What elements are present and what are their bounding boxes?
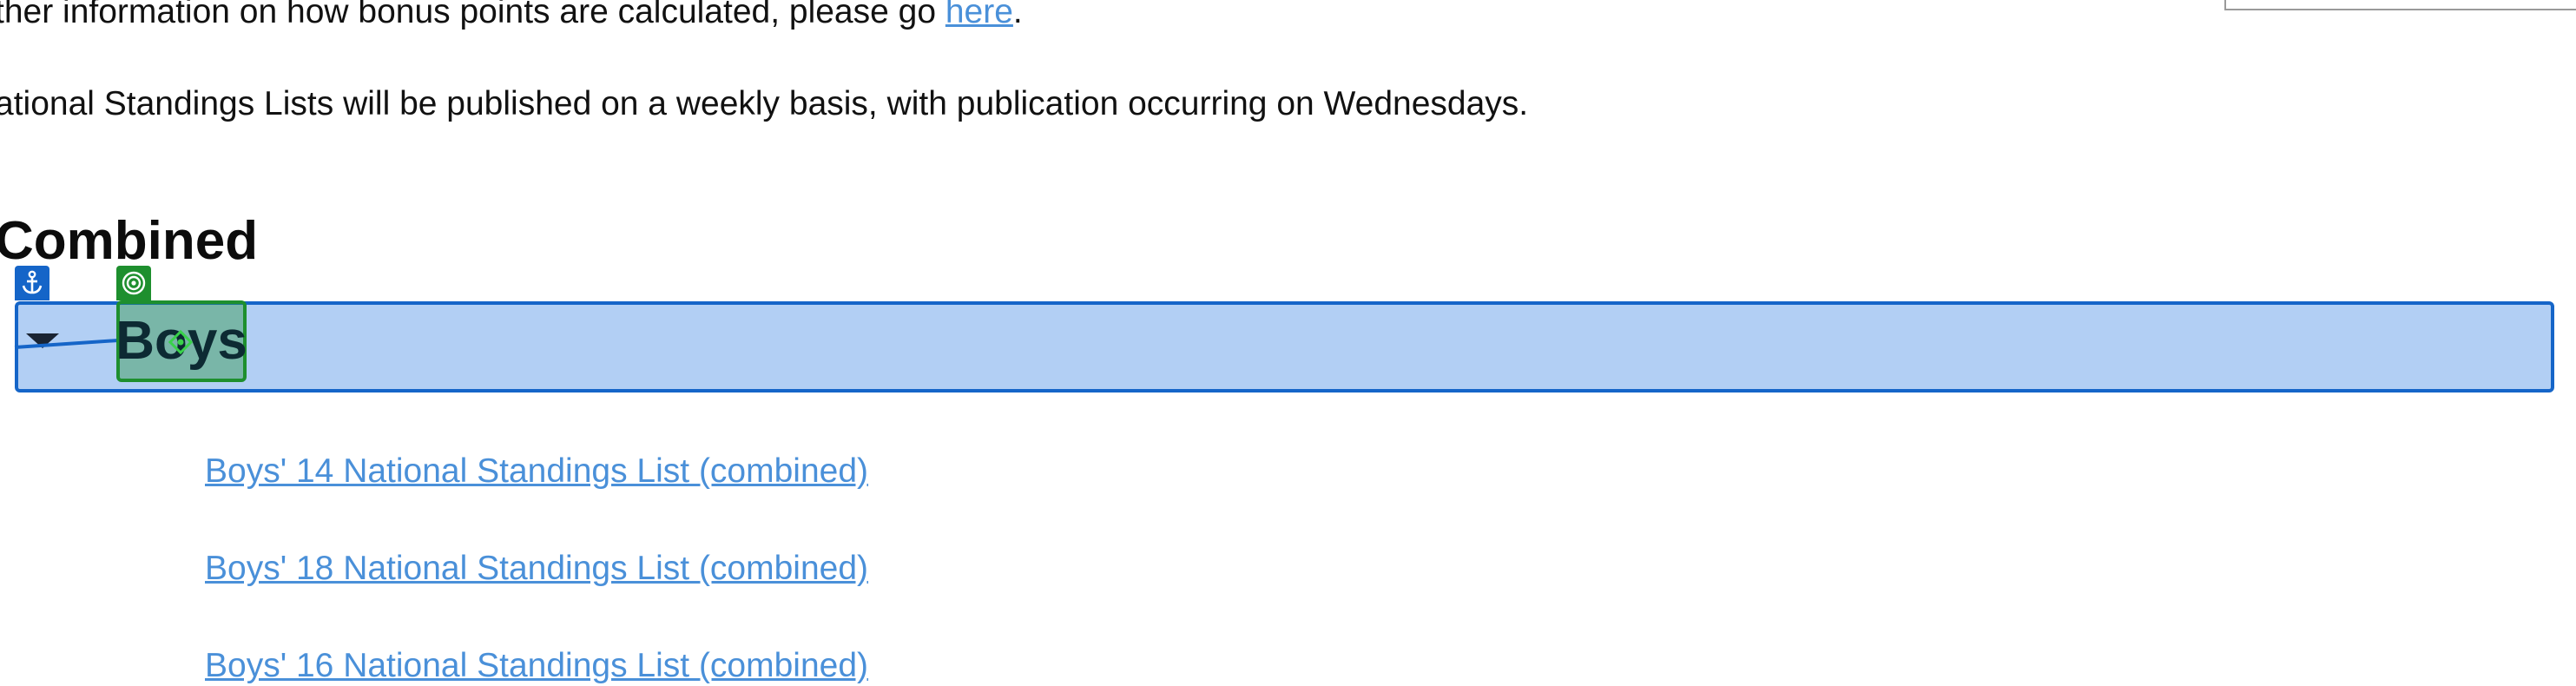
boys-18-standings-link[interactable]: Boys' 18 National Standings List (combin… <box>205 549 868 589</box>
focus-diamond-icon <box>168 330 193 354</box>
anchor-badge[interactable] <box>15 266 49 300</box>
boys-14-standings-link[interactable]: Boys' 14 National Standings List (combin… <box>205 452 868 491</box>
standings-schedule-text: ational Standings Lists will be publishe… <box>0 85 1529 122</box>
bonus-info-paragraph: ther information on how bonus points are… <box>0 0 1023 31</box>
bonus-info-text: ther information on how bonus points are… <box>0 0 945 30</box>
top-right-input-box[interactable] <box>2224 0 2576 10</box>
target-icon <box>122 271 146 295</box>
boys-accordion-header[interactable] <box>15 301 2554 392</box>
target-badge[interactable] <box>116 266 151 300</box>
anchor-icon <box>22 270 43 294</box>
caret-down-icon[interactable] <box>26 333 59 348</box>
here-link[interactable]: here <box>945 0 1013 30</box>
bonus-info-period: . <box>1012 0 1023 30</box>
boys-16-standings-link[interactable]: Boys' 16 National Standings List (combin… <box>205 646 868 686</box>
